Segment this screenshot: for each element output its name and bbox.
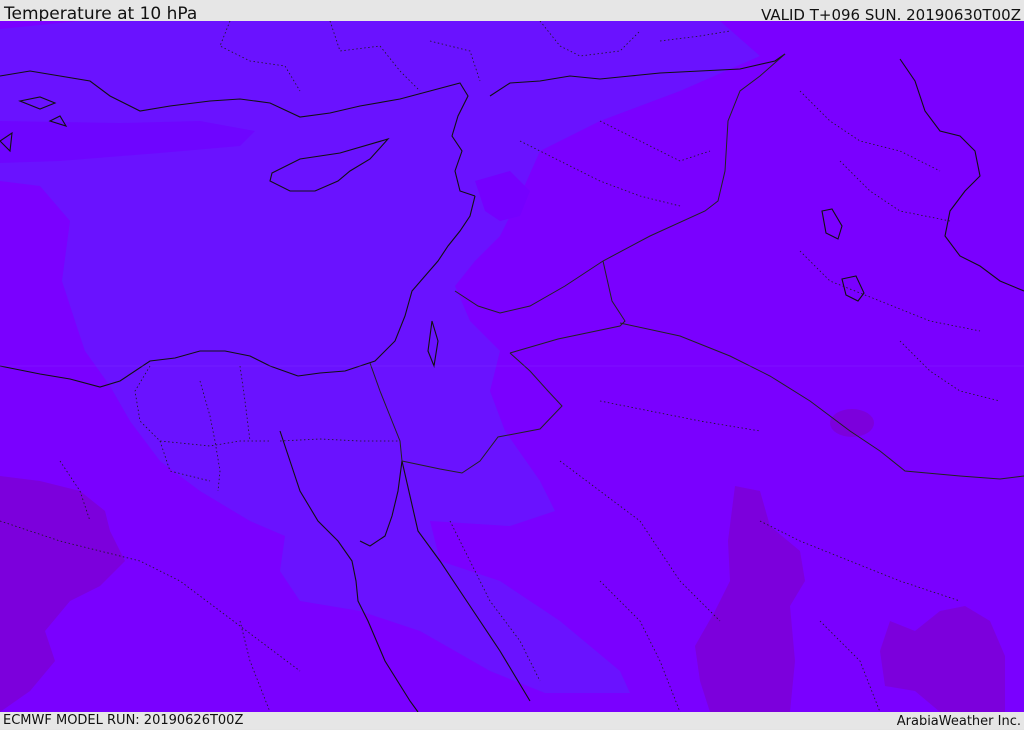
weather-map-frame: Temperature at 10 hPa VALID T+096 SUN. 2…	[0, 0, 1024, 729]
map-canvas	[0, 21, 1024, 712]
temperature-map	[0, 21, 1024, 712]
credit-label: ArabiaWeather Inc.	[896, 714, 1021, 729]
model-run-label: ECMWF MODEL RUN: 20190626T00Z	[3, 713, 244, 728]
map-header: Temperature at 10 hPa VALID T+096 SUN. 2…	[0, 0, 1024, 24]
map-footer: ECMWF MODEL RUN: 20190626T00Z ArabiaWeat…	[0, 712, 1024, 729]
